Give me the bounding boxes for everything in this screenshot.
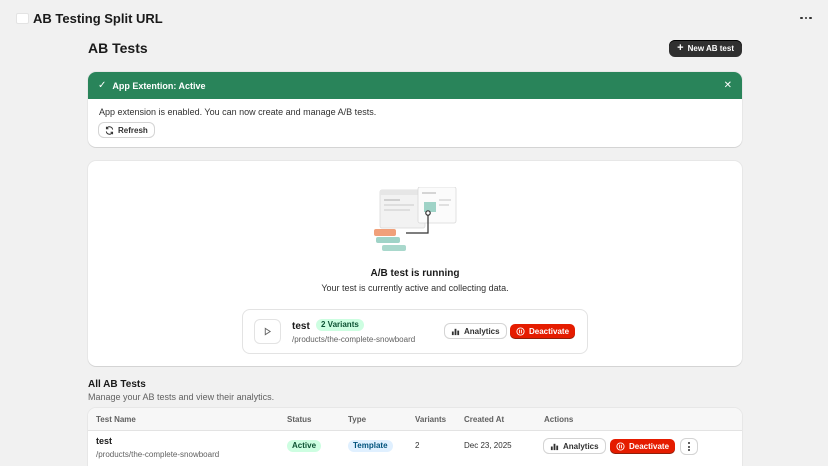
running-test-card: A/B test is running Your test is current… (88, 161, 742, 366)
deactivate-label: Deactivate (529, 326, 570, 336)
app-logo (16, 12, 29, 24)
all-tests-subtitle: Manage your AB tests and view their anal… (88, 392, 275, 402)
row-test-path: /products/the-complete-snowboard (96, 450, 220, 459)
new-ab-test-label: New AB test (687, 44, 734, 53)
play-icon (264, 327, 272, 336)
column-header-variants: Variants (415, 415, 447, 424)
checkmark-icon: ✓ (98, 80, 107, 91)
table-header: Test Name Status Type Variants Created A… (88, 408, 742, 431)
column-header-test-name: Test Name (96, 415, 136, 424)
status-badge: Active (287, 440, 322, 452)
new-ab-test-button[interactable]: + New AB test (669, 40, 742, 57)
plus-icon: + (677, 42, 684, 54)
row-variants: 2 (415, 441, 420, 450)
banner-message: App extension is enabled. You can now cr… (99, 107, 377, 117)
refresh-label: Refresh (118, 125, 148, 135)
row-test-name: test (96, 436, 113, 446)
column-header-type: Type (348, 415, 367, 424)
bar-chart-icon (451, 328, 460, 335)
test-name: test (292, 321, 310, 332)
banner-header: ✓ App Extention: Active ✕ (88, 72, 742, 99)
more-actions-button[interactable] (798, 10, 814, 26)
row-analytics-button[interactable]: Analytics (544, 439, 605, 453)
row-deactivate-button[interactable]: Deactivate (610, 439, 676, 453)
extension-status-banner: ✓ App Extention: Active ✕ App extension … (88, 72, 742, 147)
app-title: AB Testing Split URL (33, 10, 163, 26)
variants-badge: 2 Variants (316, 319, 364, 331)
pause-circle-icon (616, 441, 625, 451)
close-icon[interactable]: ✕ (724, 80, 732, 91)
play-button[interactable] (254, 319, 281, 344)
refresh-icon (105, 125, 114, 135)
row-analytics-label: Analytics (563, 441, 599, 451)
ab-tests-table: Test Name Status Type Variants Created A… (88, 408, 742, 466)
row-created-at: Dec 23, 2025 (464, 441, 512, 450)
running-title: A/B test is running (370, 268, 460, 279)
analytics-label: Analytics (464, 326, 500, 336)
running-subtitle: Your test is currently active and collec… (321, 283, 509, 293)
pause-circle-icon (516, 326, 525, 336)
type-badge: Template (348, 440, 393, 452)
column-header-created-at: Created At (464, 415, 505, 424)
more-vertical-icon (688, 442, 690, 451)
running-test-summary: test 2 Variants /products/the-complete-s… (242, 309, 588, 354)
column-header-status: Status (287, 415, 312, 424)
bar-chart-icon (550, 443, 559, 450)
all-tests-title: All AB Tests (88, 379, 146, 390)
table-row[interactable]: test /products/the-complete-snowboard Ac… (88, 431, 742, 463)
row-more-actions-button[interactable] (681, 439, 697, 454)
banner-title: App Extention: Active (112, 80, 206, 91)
deactivate-button[interactable]: Deactivate (510, 324, 576, 338)
ab-test-illustration (374, 187, 457, 251)
analytics-button[interactable]: Analytics (445, 324, 506, 338)
page-title: AB Tests (88, 40, 148, 56)
app-titlebar: AB Testing Split URL (0, 0, 828, 36)
test-path: /products/the-complete-snowboard (292, 335, 416, 344)
refresh-button[interactable]: Refresh (99, 123, 154, 137)
more-horizontal-icon (800, 16, 812, 20)
column-header-actions: Actions (544, 415, 574, 424)
row-deactivate-label: Deactivate (629, 441, 670, 451)
